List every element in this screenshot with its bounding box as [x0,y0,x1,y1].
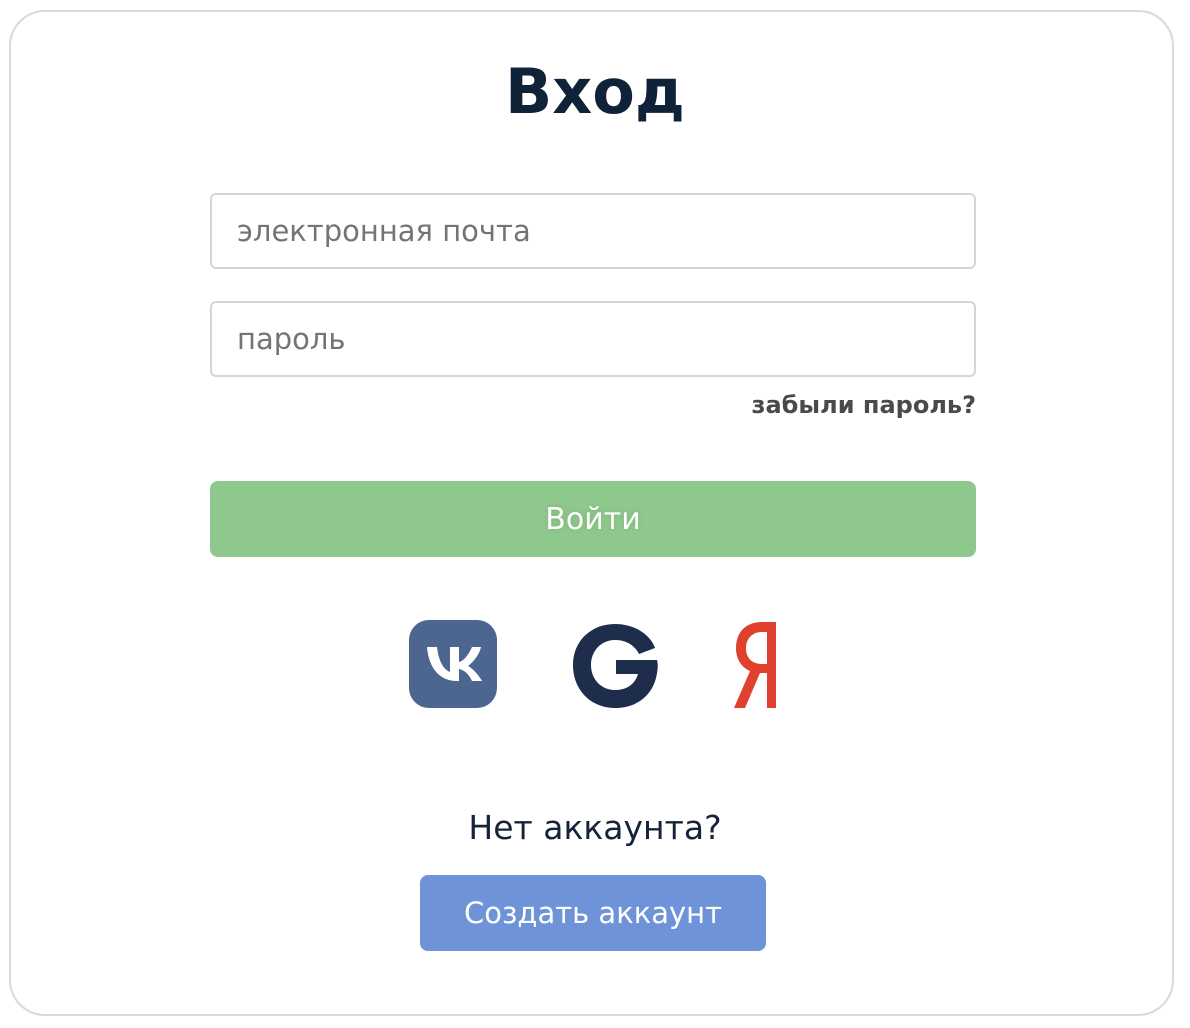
google-icon [573,624,658,708]
vk-login-button[interactable] [409,620,497,708]
no-account-prompt: Нет аккаунта? [468,808,722,847]
password-field[interactable] [210,301,976,377]
google-login-button[interactable] [572,620,658,710]
yandex-login-button[interactable] [732,620,778,710]
forgot-password-link[interactable]: забыли пароль? [752,388,976,422]
login-button[interactable]: Войти [210,481,976,557]
yandex-icon [734,622,776,708]
vk-icon [427,647,482,681]
page-title: Вход [505,55,685,128]
email-field[interactable] [210,193,976,269]
create-account-button[interactable]: Создать аккаунт [420,875,766,951]
